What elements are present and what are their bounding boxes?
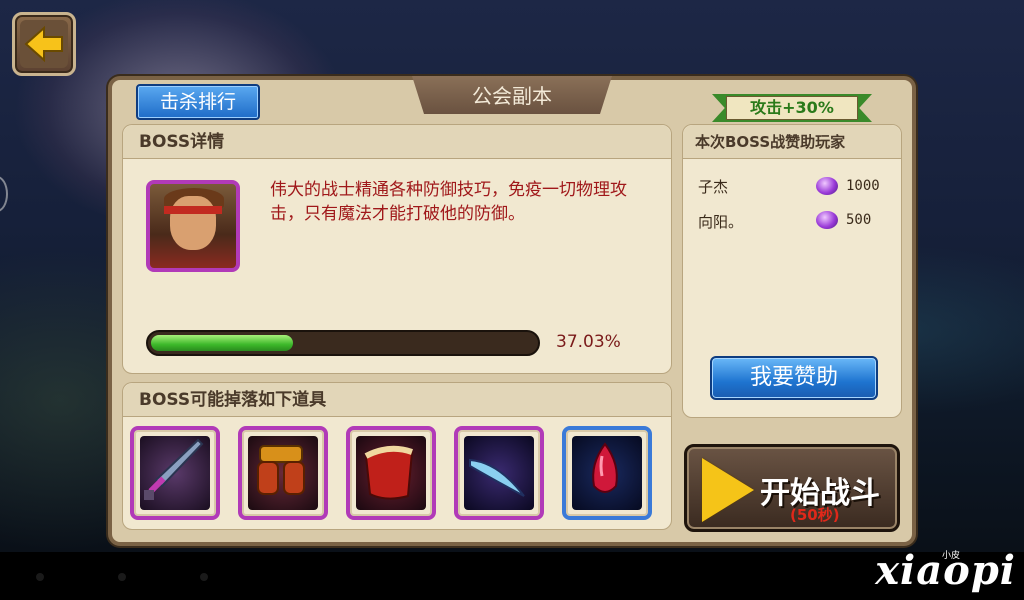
back-arrow-icon xyxy=(20,20,68,68)
cape-icon xyxy=(356,436,426,510)
start-battle-timer: (50秒) xyxy=(790,506,840,524)
drop-item-sword[interactable] xyxy=(130,426,220,520)
panel-title: 公会副本 xyxy=(472,84,552,108)
sponsor-heading: 本次BOSS战赞助玩家 xyxy=(683,125,901,159)
portrait-headband xyxy=(164,206,222,214)
boss-progress-fill xyxy=(151,335,293,351)
gem-icon xyxy=(816,211,838,229)
portrait-face xyxy=(170,196,216,250)
drops-heading: BOSS可能掉落如下道具 xyxy=(123,383,671,417)
armor-icon xyxy=(248,436,318,510)
boss-detail-heading: BOSS详情 xyxy=(123,125,671,159)
kill-ranking-button[interactable]: 击杀排行 xyxy=(136,84,260,120)
drop-item-armor[interactable] xyxy=(238,426,328,520)
sponsor-name-1: 子杰 xyxy=(698,178,729,196)
watermark-logo: xiaopi xyxy=(875,547,1016,594)
drop-item-blade[interactable] xyxy=(454,426,544,520)
attack-bonus-badge: 攻击+30% xyxy=(726,96,858,120)
blade-icon xyxy=(464,436,534,510)
back-button[interactable] xyxy=(12,12,76,76)
sponsor-amount-1: 1000 xyxy=(846,178,880,194)
ruby-icon xyxy=(572,436,642,510)
boss-progress-bar xyxy=(146,330,540,356)
nav-dot xyxy=(200,573,208,581)
nav-dot xyxy=(36,573,44,581)
nav-dot xyxy=(118,573,126,581)
boss-progress-text: 37.03% xyxy=(556,332,621,352)
boss-portrait xyxy=(146,180,240,272)
sponsor-name-2: 向阳。 xyxy=(698,213,744,231)
play-icon xyxy=(702,458,754,522)
sword-icon xyxy=(140,436,210,510)
drop-item-gem[interactable] xyxy=(562,426,652,520)
sponsor-button[interactable]: 我要赞助 xyxy=(710,356,878,400)
boss-description: 伟大的战士精通各种防御技巧，免疫一切物理攻击，只有魔法才能打破他的防御。 xyxy=(270,180,627,224)
sponsor-amount-2: 500 xyxy=(846,212,872,228)
gem-icon xyxy=(816,177,838,195)
drop-item-cape[interactable] xyxy=(346,426,436,520)
system-nav-bar xyxy=(0,552,1024,600)
